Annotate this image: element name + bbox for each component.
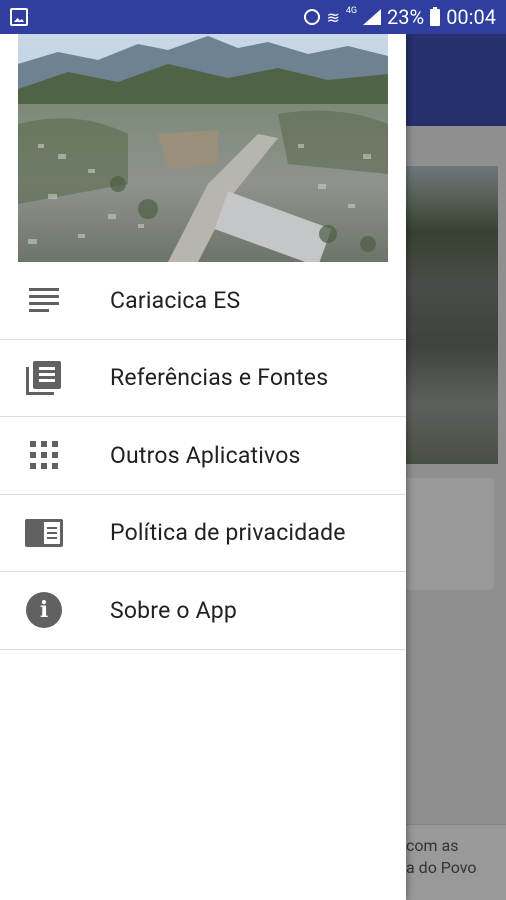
menu-item-label: Outros Aplicativos (110, 441, 301, 469)
navigation-drawer: Cariacica ES Referências e Fontes Outros… (0, 34, 406, 900)
menu-item-label: Política de privacidade (110, 519, 346, 547)
status-bar: ≋ 4G 23% 00:04 (0, 0, 506, 34)
menu-item-label: Sobre o App (110, 596, 238, 624)
alarm-icon (304, 9, 321, 25)
battery-icon (430, 6, 441, 26)
menu-item-label: Cariacica ES (110, 286, 241, 314)
drawer-header-image (18, 34, 388, 262)
wifi-icon: ≋ (326, 7, 340, 27)
menu-item-other-apps[interactable]: Outros Aplicativos (0, 417, 406, 495)
status-icons: ≋ 4G 23% 00:04 (304, 5, 496, 29)
menu-item-cariacica[interactable]: Cariacica ES (0, 262, 406, 340)
book-icon (25, 518, 63, 547)
menu-item-about[interactable]: i Sobre o App (0, 572, 406, 650)
info-icon: i (26, 592, 62, 629)
network-type: 4G (345, 6, 358, 16)
menu-item-references[interactable]: Referências e Fontes (0, 340, 406, 417)
newspaper-icon (26, 360, 62, 395)
notes-icon (29, 288, 59, 313)
drawer-menu: Cariacica ES Referências e Fontes Outros… (0, 262, 406, 650)
signal-icon (363, 9, 382, 25)
menu-item-label: Referências e Fontes (110, 364, 329, 392)
clock: 00:04 (446, 5, 496, 29)
battery-percent: 23% (387, 5, 425, 29)
apps-grid-icon (30, 441, 58, 470)
menu-item-privacy-policy[interactable]: Política de privacidade (0, 495, 406, 572)
gallery-notification-icon (10, 8, 28, 26)
